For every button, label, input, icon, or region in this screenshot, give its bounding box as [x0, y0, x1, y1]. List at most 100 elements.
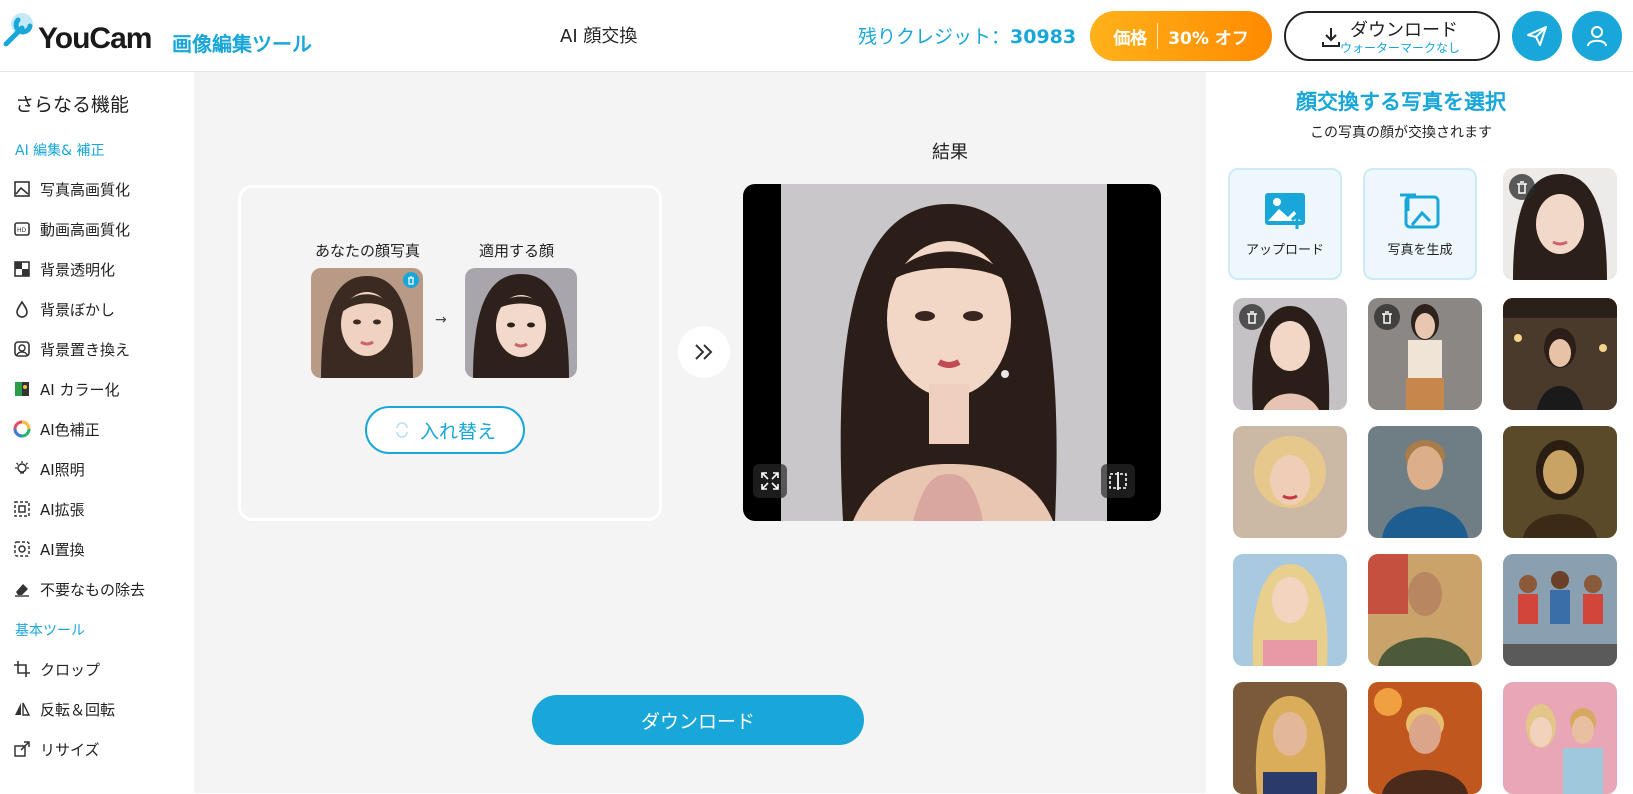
- trash-icon: [408, 275, 414, 285]
- credits-display: 残りクレジット：30983: [858, 22, 1076, 49]
- double-chevron-right-icon: [695, 344, 713, 360]
- trash-icon: [1382, 310, 1392, 324]
- sample-photo-2[interactable]: [1233, 298, 1347, 410]
- sidebar-section-basic: 基本ツール: [15, 623, 85, 639]
- sidebar-item-ai-expand[interactable]: AI拡張: [12, 496, 190, 522]
- price-separator: [1157, 23, 1159, 49]
- credits-label: 残りクレジット：: [858, 26, 1011, 48]
- send-button[interactable]: [1512, 11, 1562, 61]
- user-icon: [1587, 26, 1607, 47]
- delete-face-button[interactable]: [403, 272, 419, 288]
- sidebar-item-resize[interactable]: リサイズ: [12, 736, 190, 762]
- panel-subtitle: この写真の顔が交換されます: [1310, 125, 1492, 141]
- your-face-photo[interactable]: [311, 268, 423, 378]
- download-no-watermark-button[interactable]: ダウンロード ウォーターマークなし: [1284, 11, 1500, 61]
- trash-icon: [1517, 180, 1527, 194]
- bg-replace-icon: [12, 339, 32, 359]
- compare-button[interactable]: [1101, 464, 1135, 498]
- color-wheel-icon: [12, 419, 32, 439]
- delete-photo-button[interactable]: [1239, 304, 1265, 330]
- fullscreen-button[interactable]: [753, 464, 787, 498]
- sidebar-item-flip-rotate[interactable]: 反転＆回転: [12, 696, 190, 722]
- sample-photo-3[interactable]: [1368, 298, 1482, 410]
- sidebar-item-label: AI置換: [40, 540, 85, 559]
- price-button[interactable]: 価格 30% オフ: [1090, 11, 1272, 61]
- logo-text: YouCam: [38, 22, 152, 55]
- account-button[interactable]: [1572, 11, 1622, 61]
- sample-photo-12[interactable]: [1368, 682, 1482, 794]
- sample-photo-5[interactable]: [1233, 426, 1347, 538]
- image-upload-icon: [1265, 192, 1305, 229]
- sample-photo-4[interactable]: [1503, 298, 1617, 410]
- sample-photo-6[interactable]: [1368, 426, 1482, 538]
- portrait-image: [1233, 682, 1347, 794]
- download-button-sublabel: ウォーターマークなし: [1340, 41, 1461, 55]
- sample-photo-8[interactable]: [1233, 554, 1347, 666]
- sidebar-item-ai-lighting[interactable]: AI照明: [12, 456, 190, 482]
- credits-value: 30983: [1010, 26, 1077, 48]
- expand-frame-icon: [12, 499, 32, 519]
- top-header: YouCam 画像編集ツール AI 顔交換 残りクレジット：30983 価格 3…: [0, 0, 1633, 72]
- sidebar-item-bg-remove[interactable]: 背景透明化: [12, 256, 190, 282]
- eraser-icon: [12, 579, 32, 599]
- sidebar-item-bg-blur[interactable]: 背景ぼかし: [12, 296, 190, 322]
- sidebar-item-label: AI カラー化: [40, 380, 120, 399]
- wrench-logo-icon: [3, 13, 33, 47]
- delete-photo-button[interactable]: [1374, 304, 1400, 330]
- portrait-image: [1503, 554, 1617, 666]
- portrait-image: [1503, 426, 1617, 538]
- sample-photo-11[interactable]: [1233, 682, 1347, 794]
- sidebar-item-photo-enhance[interactable]: 写真高画質化: [12, 176, 190, 202]
- sidebar-title: さらなる機能: [15, 94, 130, 116]
- upload-button[interactable]: アップロード: [1228, 168, 1342, 280]
- sidebar-item-video-enhance[interactable]: HD 動画高画質化: [12, 216, 190, 242]
- sidebar-item-label: 写真高画質化: [40, 180, 131, 199]
- sidebar-item-label: 不要なもの除去: [40, 580, 146, 599]
- portrait-image: [1368, 682, 1482, 794]
- sidebar-item-ai-color-correct[interactable]: AI色補正: [12, 416, 190, 442]
- generate-label: 写真を生成: [1387, 242, 1453, 258]
- result-image: [781, 184, 1107, 521]
- download-icon: [1322, 28, 1340, 47]
- sidebar-item-ai-colorize[interactable]: AI カラー化: [12, 376, 190, 402]
- flip-icon: [12, 699, 32, 719]
- sidebar-item-bg-replace[interactable]: 背景置き換え: [12, 336, 190, 362]
- resize-icon: [12, 739, 32, 759]
- download-button[interactable]: ダウンロード: [532, 695, 864, 745]
- apply-face-photo[interactable]: [465, 268, 577, 378]
- paper-plane-icon: [1527, 26, 1547, 46]
- next-arrows-button[interactable]: [678, 326, 730, 378]
- result-preview[interactable]: [743, 184, 1161, 521]
- sample-photo-10[interactable]: [1503, 554, 1617, 666]
- droplet-icon: [12, 299, 32, 319]
- swap-button[interactable]: 入れ替え: [365, 406, 525, 454]
- sample-photo-9[interactable]: [1368, 554, 1482, 666]
- price-label: 価格: [1113, 28, 1148, 49]
- sample-photo-13[interactable]: [1503, 682, 1617, 794]
- portrait-image: [1368, 426, 1482, 538]
- generate-photo-button[interactable]: 写真を生成: [1363, 168, 1477, 280]
- price-discount: 30% オフ: [1168, 28, 1249, 49]
- image-enhance-icon: [12, 179, 32, 199]
- panel-title: 顔交換する写真を選択: [1296, 90, 1506, 114]
- sidebar-item-crop[interactable]: クロップ: [12, 656, 190, 682]
- portrait-image: [465, 268, 577, 378]
- replace-icon: [12, 539, 32, 559]
- sidebar-item-ai-replace[interactable]: AI置換: [12, 536, 190, 562]
- portrait-image: [1233, 554, 1347, 666]
- delete-photo-button[interactable]: [1509, 174, 1535, 200]
- page-title: AI 顔交換: [560, 26, 638, 47]
- sample-photo-7[interactable]: [1503, 426, 1617, 538]
- sample-photo-1[interactable]: [1503, 168, 1617, 280]
- sidebar-item-label: AI照明: [40, 460, 85, 479]
- sidebar-item-label: AI拡張: [40, 500, 85, 519]
- upload-label: アップロード: [1245, 242, 1324, 258]
- text-to-image-icon: [1400, 193, 1440, 228]
- sidebar-item-label: クロップ: [40, 660, 101, 679]
- main-workspace: あなたの顔写真 適用する顔 → 入れ替え 結果 ダウンロード: [194, 72, 1206, 793]
- sidebar-item-label: 反転＆回転: [40, 700, 116, 719]
- transparent-bg-icon: [12, 259, 32, 279]
- portrait-image: [1503, 682, 1617, 794]
- sidebar-item-object-remove[interactable]: 不要なもの除去: [12, 576, 190, 602]
- sidebar: さらなる機能 AI 編集& 補正 写真高画質化 HD 動画高画質化 背景透明化 …: [0, 72, 194, 793]
